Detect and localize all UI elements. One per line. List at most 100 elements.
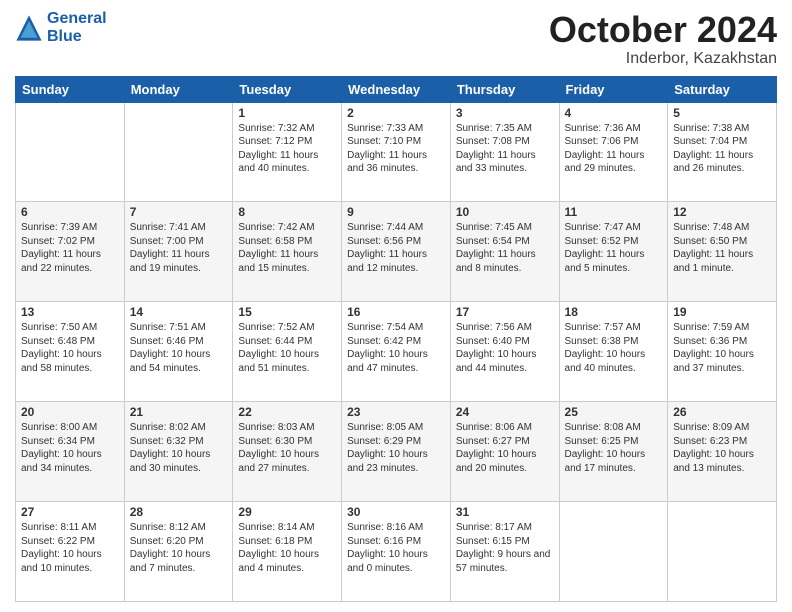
day-info: Sunrise: 8:14 AM Sunset: 6:18 PM Dayligh…: [238, 521, 336, 575]
day-info: Sunrise: 7:52 AM Sunset: 6:44 PM Dayligh…: [238, 321, 336, 375]
daylight-text: Daylight: 10 hours and 10 minutes.: [21, 548, 119, 575]
day-number: 22: [238, 405, 336, 419]
calendar-cell: 17 Sunrise: 7:56 AM Sunset: 6:40 PM Dayl…: [450, 302, 559, 402]
sunrise-text: Sunrise: 7:42 AM: [238, 221, 336, 235]
calendar-cell: 10 Sunrise: 7:45 AM Sunset: 6:54 PM Dayl…: [450, 202, 559, 302]
day-number: 8: [238, 205, 336, 219]
day-number: 4: [565, 106, 663, 120]
header-row: Sunday Monday Tuesday Wednesday Thursday…: [16, 76, 777, 102]
daylight-text: Daylight: 10 hours and 23 minutes.: [347, 448, 445, 475]
calendar-title: October 2024: [549, 10, 777, 50]
calendar-cell: 5 Sunrise: 7:38 AM Sunset: 7:04 PM Dayli…: [668, 102, 777, 202]
day-info: Sunrise: 7:59 AM Sunset: 6:36 PM Dayligh…: [673, 321, 771, 375]
day-number: 10: [456, 205, 554, 219]
day-number: 20: [21, 405, 119, 419]
week-row-5: 27 Sunrise: 8:11 AM Sunset: 6:22 PM Dayl…: [16, 502, 777, 602]
calendar-cell: 18 Sunrise: 7:57 AM Sunset: 6:38 PM Dayl…: [559, 302, 668, 402]
sunrise-text: Sunrise: 7:41 AM: [130, 221, 228, 235]
day-number: 21: [130, 405, 228, 419]
logo: General Blue: [15, 10, 107, 45]
day-info: Sunrise: 7:33 AM Sunset: 7:10 PM Dayligh…: [347, 122, 445, 176]
calendar-cell: 13 Sunrise: 7:50 AM Sunset: 6:48 PM Dayl…: [16, 302, 125, 402]
daylight-text: Daylight: 10 hours and 54 minutes.: [130, 348, 228, 375]
calendar-cell: [124, 102, 233, 202]
day-number: 27: [21, 505, 119, 519]
sunrise-text: Sunrise: 7:45 AM: [456, 221, 554, 235]
sunset-text: Sunset: 6:42 PM: [347, 335, 445, 349]
sunrise-text: Sunrise: 8:09 AM: [673, 421, 771, 435]
sunset-text: Sunset: 6:54 PM: [456, 235, 554, 249]
calendar-cell: 3 Sunrise: 7:35 AM Sunset: 7:08 PM Dayli…: [450, 102, 559, 202]
sunset-text: Sunset: 6:36 PM: [673, 335, 771, 349]
daylight-text: Daylight: 11 hours and 8 minutes.: [456, 248, 554, 275]
sunset-text: Sunset: 6:29 PM: [347, 435, 445, 449]
calendar-cell: 2 Sunrise: 7:33 AM Sunset: 7:10 PM Dayli…: [342, 102, 451, 202]
day-info: Sunrise: 7:48 AM Sunset: 6:50 PM Dayligh…: [673, 221, 771, 275]
calendar-cell: [16, 102, 125, 202]
day-info: Sunrise: 7:45 AM Sunset: 6:54 PM Dayligh…: [456, 221, 554, 275]
calendar-subtitle: Inderbor, Kazakhstan: [549, 50, 777, 68]
sunset-text: Sunset: 6:23 PM: [673, 435, 771, 449]
day-number: 14: [130, 305, 228, 319]
sunset-text: Sunset: 7:04 PM: [673, 135, 771, 149]
col-sunday: Sunday: [16, 76, 125, 102]
sunset-text: Sunset: 6:50 PM: [673, 235, 771, 249]
sunset-text: Sunset: 6:15 PM: [456, 535, 554, 549]
sunrise-text: Sunrise: 8:02 AM: [130, 421, 228, 435]
day-info: Sunrise: 8:09 AM Sunset: 6:23 PM Dayligh…: [673, 421, 771, 475]
day-info: Sunrise: 7:32 AM Sunset: 7:12 PM Dayligh…: [238, 122, 336, 176]
day-number: 6: [21, 205, 119, 219]
sunrise-text: Sunrise: 7:51 AM: [130, 321, 228, 335]
sunset-text: Sunset: 7:02 PM: [21, 235, 119, 249]
daylight-text: Daylight: 11 hours and 5 minutes.: [565, 248, 663, 275]
week-row-4: 20 Sunrise: 8:00 AM Sunset: 6:34 PM Dayl…: [16, 402, 777, 502]
sunset-text: Sunset: 7:00 PM: [130, 235, 228, 249]
sunset-text: Sunset: 6:27 PM: [456, 435, 554, 449]
day-info: Sunrise: 7:56 AM Sunset: 6:40 PM Dayligh…: [456, 321, 554, 375]
day-info: Sunrise: 7:54 AM Sunset: 6:42 PM Dayligh…: [347, 321, 445, 375]
calendar-cell: 4 Sunrise: 7:36 AM Sunset: 7:06 PM Dayli…: [559, 102, 668, 202]
day-info: Sunrise: 8:16 AM Sunset: 6:16 PM Dayligh…: [347, 521, 445, 575]
sunset-text: Sunset: 6:34 PM: [21, 435, 119, 449]
sunrise-text: Sunrise: 7:57 AM: [565, 321, 663, 335]
sunrise-text: Sunrise: 8:00 AM: [21, 421, 119, 435]
day-info: Sunrise: 7:42 AM Sunset: 6:58 PM Dayligh…: [238, 221, 336, 275]
sunrise-text: Sunrise: 7:56 AM: [456, 321, 554, 335]
daylight-text: Daylight: 10 hours and 58 minutes.: [21, 348, 119, 375]
page: General Blue October 2024 Inderbor, Kaza…: [0, 0, 792, 612]
sunset-text: Sunset: 6:16 PM: [347, 535, 445, 549]
sunset-text: Sunset: 7:08 PM: [456, 135, 554, 149]
calendar-cell: 21 Sunrise: 8:02 AM Sunset: 6:32 PM Dayl…: [124, 402, 233, 502]
sunset-text: Sunset: 6:46 PM: [130, 335, 228, 349]
day-info: Sunrise: 8:03 AM Sunset: 6:30 PM Dayligh…: [238, 421, 336, 475]
sunrise-text: Sunrise: 8:14 AM: [238, 521, 336, 535]
calendar-cell: 7 Sunrise: 7:41 AM Sunset: 7:00 PM Dayli…: [124, 202, 233, 302]
daylight-text: Daylight: 11 hours and 29 minutes.: [565, 149, 663, 176]
calendar-cell: 9 Sunrise: 7:44 AM Sunset: 6:56 PM Dayli…: [342, 202, 451, 302]
sunrise-text: Sunrise: 8:08 AM: [565, 421, 663, 435]
col-wednesday: Wednesday: [342, 76, 451, 102]
sunset-text: Sunset: 6:44 PM: [238, 335, 336, 349]
day-info: Sunrise: 8:02 AM Sunset: 6:32 PM Dayligh…: [130, 421, 228, 475]
daylight-text: Daylight: 10 hours and 51 minutes.: [238, 348, 336, 375]
sunset-text: Sunset: 6:56 PM: [347, 235, 445, 249]
day-number: 30: [347, 505, 445, 519]
sunrise-text: Sunrise: 7:48 AM: [673, 221, 771, 235]
sunset-text: Sunset: 7:06 PM: [565, 135, 663, 149]
sunrise-text: Sunrise: 8:16 AM: [347, 521, 445, 535]
calendar-cell: 24 Sunrise: 8:06 AM Sunset: 6:27 PM Dayl…: [450, 402, 559, 502]
day-info: Sunrise: 7:51 AM Sunset: 6:46 PM Dayligh…: [130, 321, 228, 375]
sunset-text: Sunset: 7:12 PM: [238, 135, 336, 149]
day-number: 11: [565, 205, 663, 219]
daylight-text: Daylight: 11 hours and 26 minutes.: [673, 149, 771, 176]
sunrise-text: Sunrise: 8:12 AM: [130, 521, 228, 535]
day-number: 15: [238, 305, 336, 319]
daylight-text: Daylight: 11 hours and 33 minutes.: [456, 149, 554, 176]
calendar-cell: 12 Sunrise: 7:48 AM Sunset: 6:50 PM Dayl…: [668, 202, 777, 302]
week-row-1: 1 Sunrise: 7:32 AM Sunset: 7:12 PM Dayli…: [16, 102, 777, 202]
day-number: 31: [456, 505, 554, 519]
daylight-text: Daylight: 10 hours and 40 minutes.: [565, 348, 663, 375]
day-info: Sunrise: 8:17 AM Sunset: 6:15 PM Dayligh…: [456, 521, 554, 575]
day-info: Sunrise: 8:05 AM Sunset: 6:29 PM Dayligh…: [347, 421, 445, 475]
daylight-text: Daylight: 9 hours and 57 minutes.: [456, 548, 554, 575]
